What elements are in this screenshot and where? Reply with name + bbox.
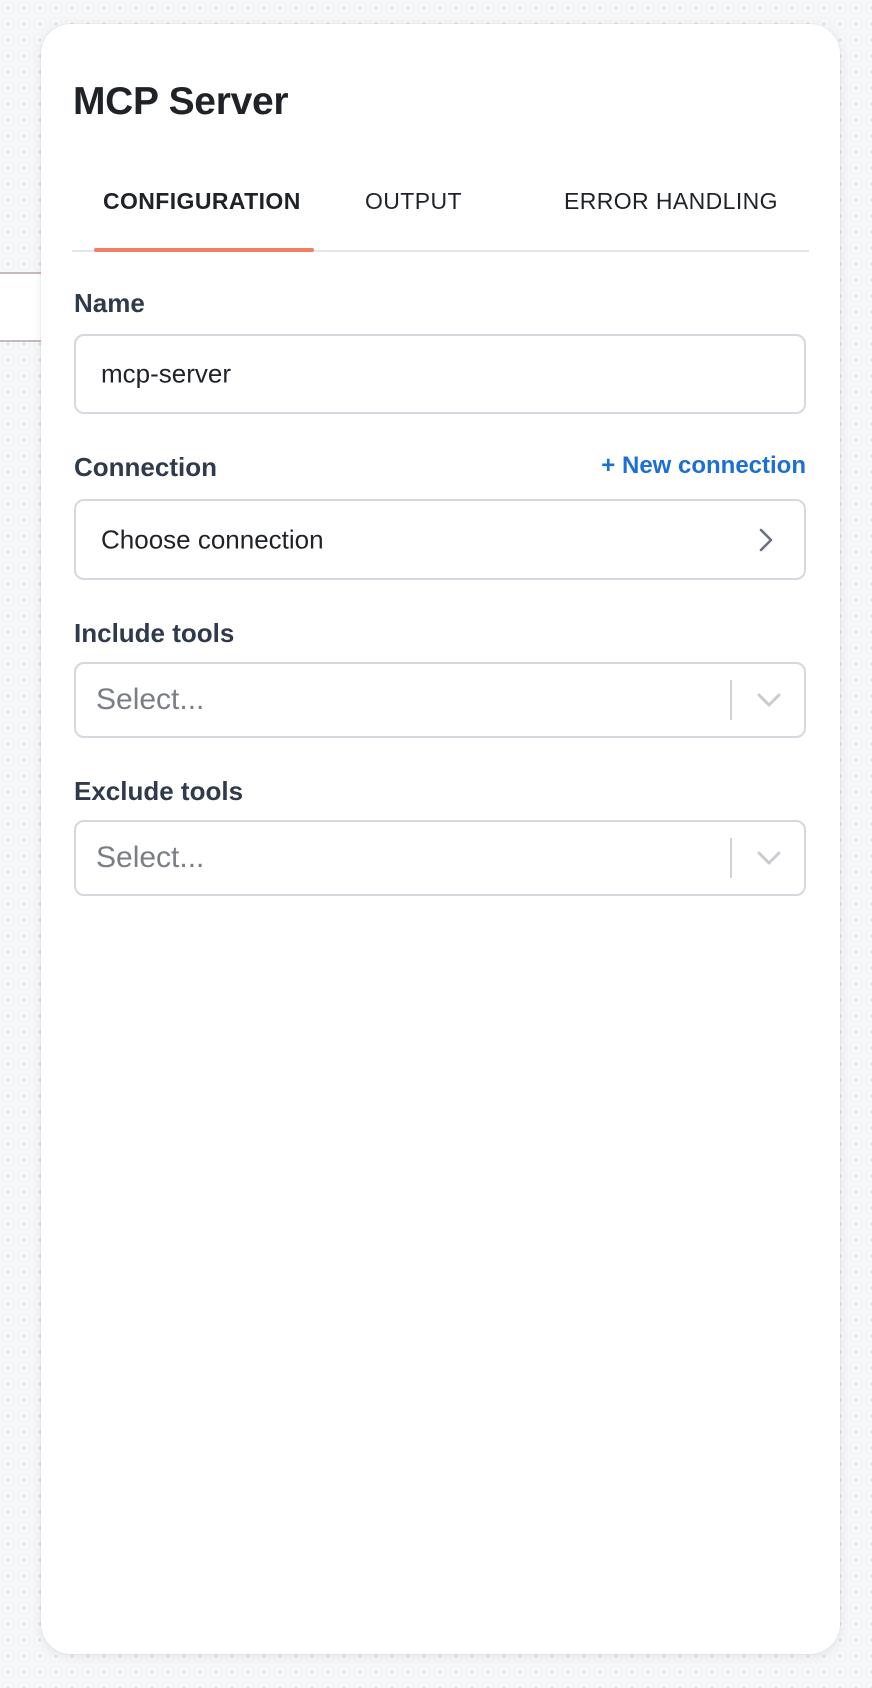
tab-output[interactable]: OUTPUT <box>365 188 462 215</box>
mcp-server-panel: MCP Server CONFIGURATION OUTPUT ERROR HA… <box>41 24 840 1654</box>
exclude-tools-placeholder: Select... <box>96 841 205 874</box>
new-connection-link[interactable]: + New connection <box>601 452 806 480</box>
exclude-tools-select[interactable]: Select... <box>74 820 806 896</box>
include-tools-placeholder: Select... <box>96 683 205 716</box>
chevron-down-icon[interactable] <box>756 850 782 866</box>
name-field[interactable]: mcp-server <box>74 334 806 414</box>
chevron-down-icon[interactable] <box>756 692 782 708</box>
select-divider <box>730 838 732 878</box>
include-tools-label: Include tools <box>74 618 235 648</box>
connection-field-value: Choose connection <box>101 524 324 554</box>
tab-error-handling[interactable]: ERROR HANDLING <box>564 188 778 215</box>
tab-configuration[interactable]: CONFIGURATION <box>103 188 301 215</box>
select-divider <box>730 680 732 720</box>
name-field-value: mcp-server <box>101 358 232 389</box>
connection-label: Connection <box>74 452 217 482</box>
exclude-tools-label: Exclude tools <box>74 776 244 806</box>
panel-title: MCP Server <box>73 80 289 123</box>
name-label: Name <box>74 288 145 318</box>
choose-connection-button[interactable]: Choose connection <box>74 499 806 580</box>
tab-bar: CONFIGURATION OUTPUT ERROR HANDLING <box>72 164 809 252</box>
active-tab-indicator <box>94 248 314 252</box>
include-tools-select[interactable]: Select... <box>74 662 806 738</box>
chevron-right-icon <box>758 527 774 553</box>
